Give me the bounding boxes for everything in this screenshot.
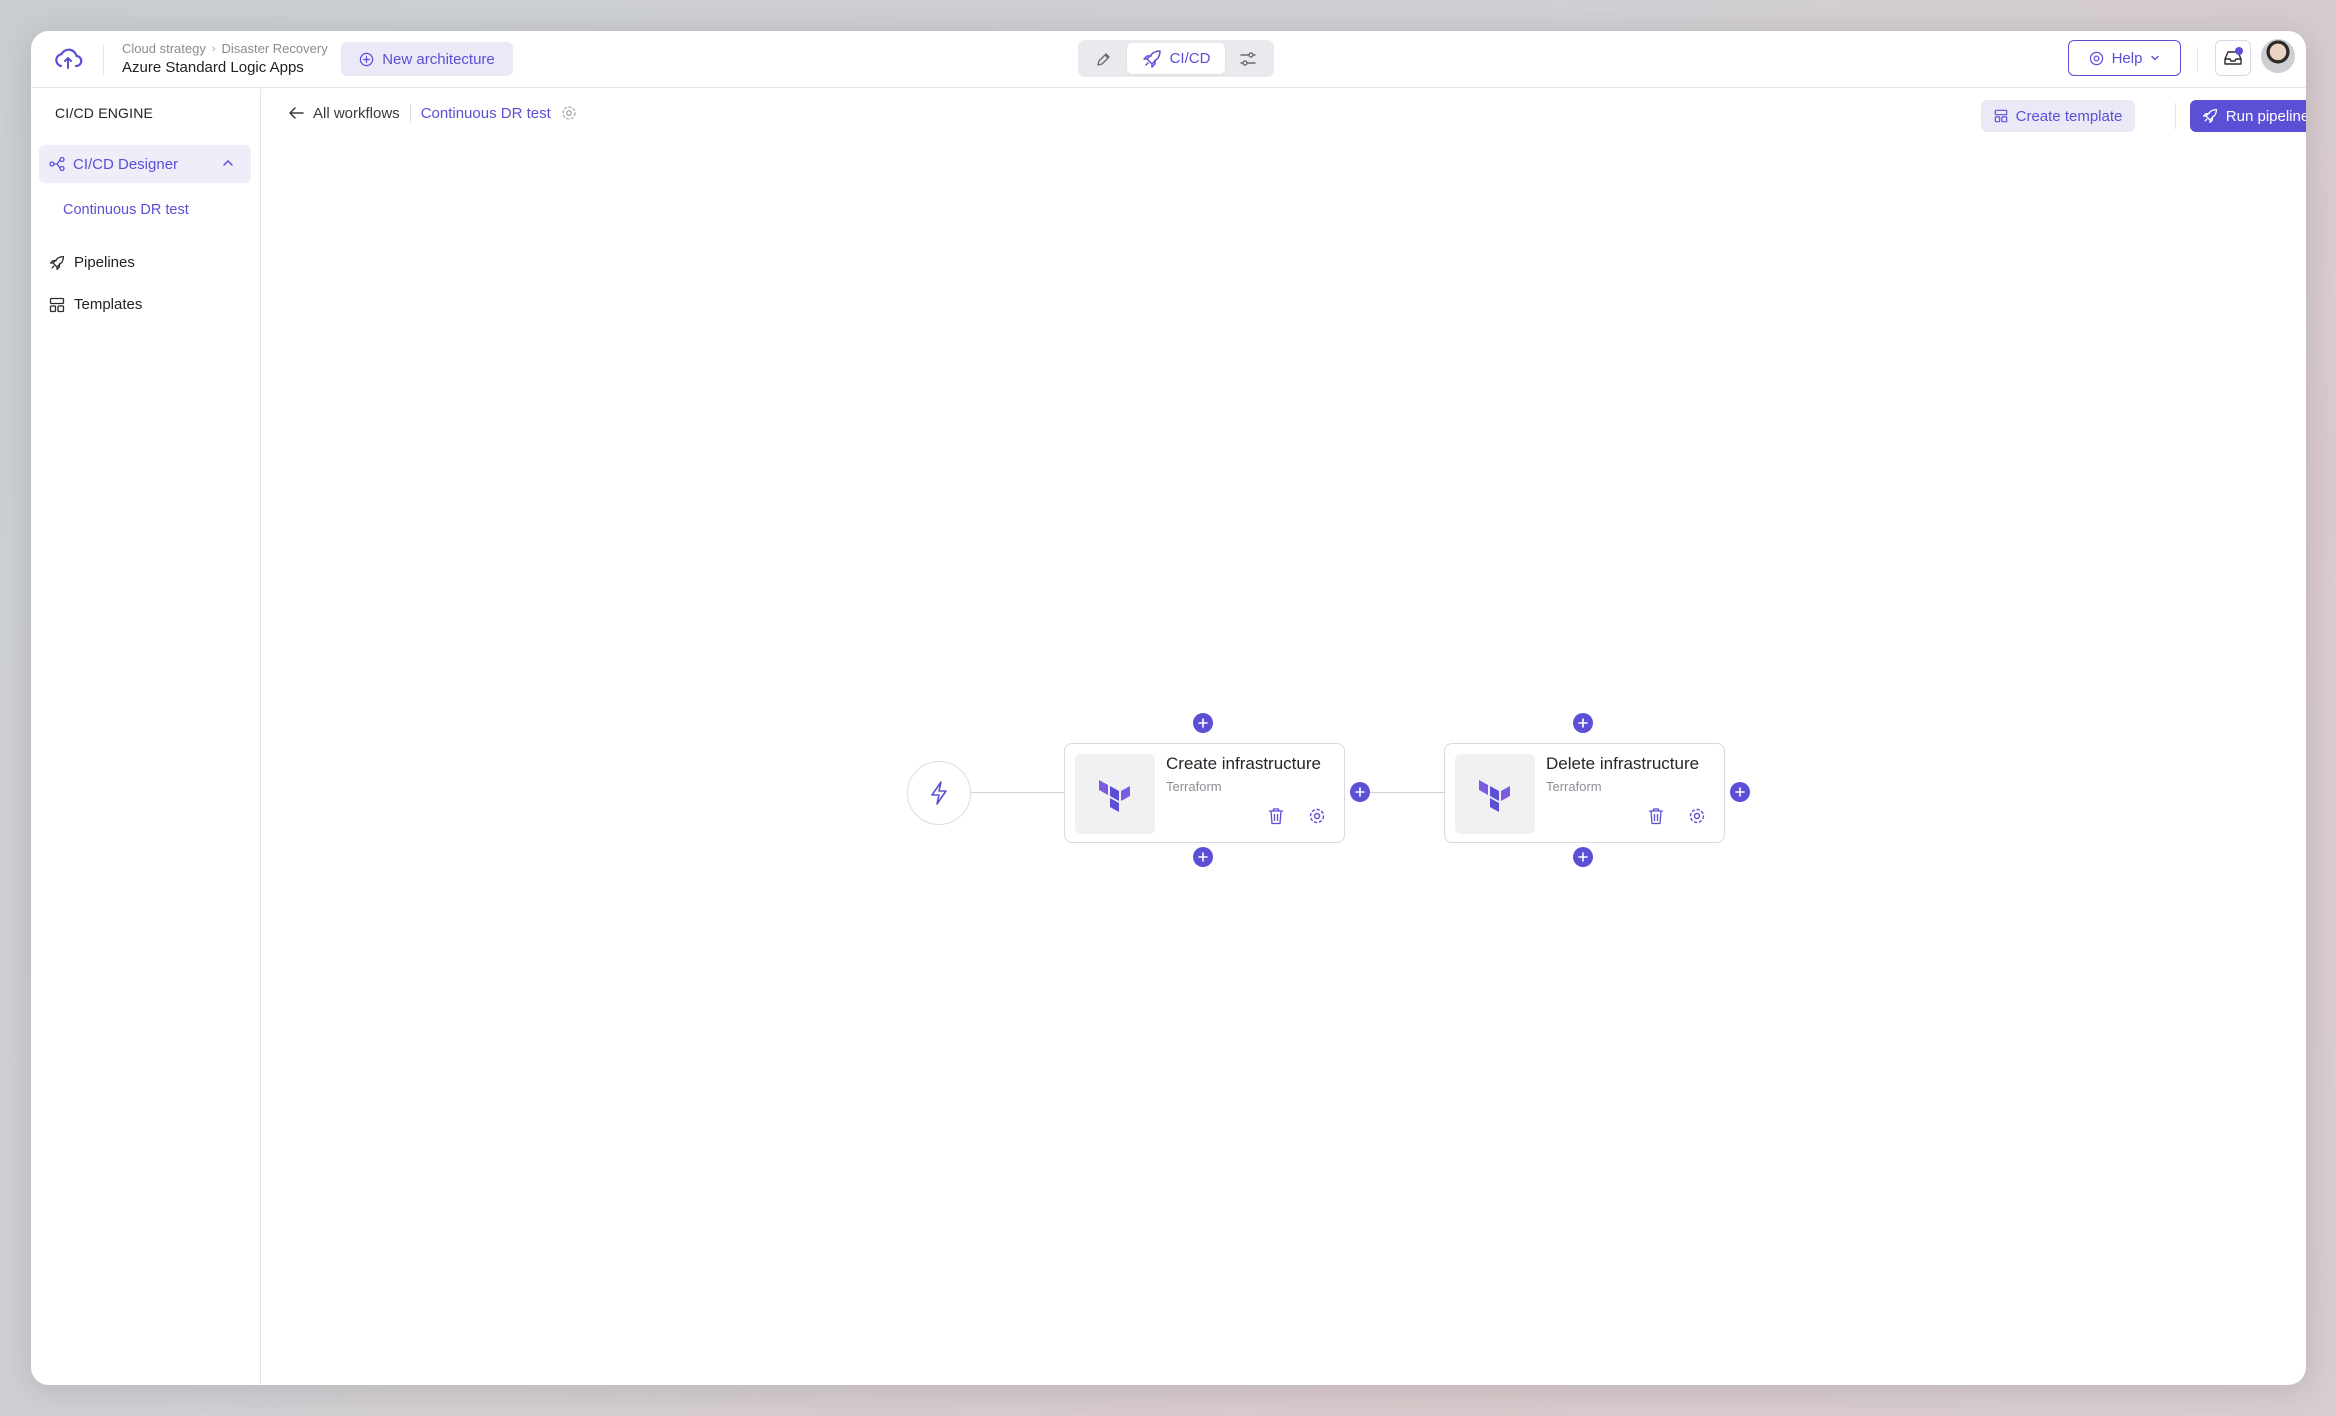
top-bar: Cloud strategy › Disaster Recovery Azure… bbox=[31, 31, 2306, 88]
plus-icon bbox=[1578, 852, 1588, 862]
plus-icon bbox=[1578, 718, 1588, 728]
sidebar: CI/CD ENGINE CI/CD Designer Continuous D… bbox=[31, 89, 261, 1385]
add-after-button[interactable] bbox=[1193, 847, 1213, 867]
mode-design-button[interactable] bbox=[1081, 43, 1127, 74]
mode-settings-button[interactable] bbox=[1225, 43, 1271, 74]
help-label: Help bbox=[2111, 49, 2143, 67]
sidebar-group-label: CI/CD Designer bbox=[73, 155, 179, 173]
mode-cicd-button[interactable]: CI/CD bbox=[1127, 43, 1225, 74]
run-pipeline-label: Run pipeline bbox=[2225, 107, 2306, 125]
trash-icon[interactable] bbox=[1268, 807, 1284, 825]
circle-plus-icon bbox=[360, 52, 374, 66]
divider bbox=[103, 45, 104, 75]
connector-line bbox=[971, 792, 1073, 793]
create-template-label: Create template bbox=[2015, 107, 2123, 125]
mode-switcher: CI/CD bbox=[1078, 40, 1274, 77]
help-button[interactable]: Help bbox=[2068, 40, 2181, 76]
sidebar-item-templates[interactable]: Templates bbox=[49, 296, 142, 313]
node-provider: Terraform bbox=[1166, 779, 1222, 794]
breadcrumb-item[interactable]: Disaster Recovery bbox=[222, 41, 328, 56]
template-icon bbox=[1994, 109, 2007, 123]
add-before-button[interactable] bbox=[1193, 713, 1213, 733]
run-pipeline-button[interactable]: Run pipeline bbox=[2190, 100, 2306, 132]
plus-icon bbox=[1735, 787, 1745, 797]
workflow-node-delete-infrastructure[interactable]: Delete infrastructure Terraform bbox=[1444, 743, 1725, 843]
add-step-between-button[interactable] bbox=[1350, 782, 1370, 802]
mode-cicd-label: CI/CD bbox=[1169, 50, 1211, 67]
current-workflow-title: Continuous DR test bbox=[420, 104, 551, 122]
connector-line bbox=[1370, 792, 1444, 793]
sidebar-item-label: Pipelines bbox=[74, 254, 135, 271]
lifebuoy-icon bbox=[2089, 51, 2103, 65]
chevron-up-icon[interactable] bbox=[221, 156, 235, 170]
back-label: All workflows bbox=[313, 104, 400, 122]
notification-dot bbox=[2235, 47, 2243, 55]
project-title[interactable]: Azure Standard Logic Apps bbox=[122, 59, 304, 76]
sidebar-item-pipelines[interactable]: Pipelines bbox=[49, 254, 135, 271]
gear-icon[interactable] bbox=[561, 105, 577, 121]
breadcrumb-item[interactable]: Cloud strategy bbox=[122, 41, 206, 56]
rocket-icon bbox=[49, 255, 65, 270]
plus-icon bbox=[1198, 852, 1208, 862]
breadcrumb: Cloud strategy › Disaster Recovery bbox=[122, 41, 328, 56]
terraform-icon bbox=[1455, 754, 1535, 834]
arrow-left-icon bbox=[289, 107, 304, 119]
create-template-button[interactable]: Create template bbox=[1981, 100, 2135, 132]
plus-icon bbox=[1355, 787, 1365, 797]
sidebar-item-cicd-designer[interactable]: CI/CD Designer bbox=[39, 145, 251, 183]
divider bbox=[409, 104, 411, 122]
plus-icon bbox=[1198, 718, 1208, 728]
cloud-logo-icon[interactable] bbox=[53, 45, 83, 75]
divider bbox=[2197, 47, 2198, 71]
node-title: Create infrastructure bbox=[1166, 754, 1321, 773]
chevron-down-icon bbox=[2151, 55, 2160, 61]
workflow-icon bbox=[49, 156, 65, 172]
rocket-icon bbox=[2202, 108, 2217, 124]
new-architecture-button[interactable]: New architecture bbox=[341, 42, 513, 76]
workflow-breadcrumb: All workflows Continuous DR test bbox=[288, 103, 577, 123]
workflow-node-create-infrastructure[interactable]: Create infrastructure Terraform bbox=[1064, 743, 1345, 843]
trash-icon[interactable] bbox=[1648, 807, 1664, 825]
lightning-icon bbox=[931, 781, 947, 805]
add-before-button[interactable] bbox=[1573, 713, 1593, 733]
sidebar-subitem-continuous-dr-test[interactable]: Continuous DR test bbox=[63, 202, 189, 218]
notifications-button[interactable] bbox=[2215, 40, 2251, 76]
new-architecture-label: New architecture bbox=[382, 50, 495, 68]
add-step-end-button[interactable] bbox=[1730, 782, 1750, 802]
add-after-button[interactable] bbox=[1573, 847, 1593, 867]
trigger-node[interactable] bbox=[907, 761, 971, 825]
terraform-icon bbox=[1075, 754, 1155, 834]
sidebar-item-label: Templates bbox=[74, 296, 143, 313]
node-title: Delete infrastructure bbox=[1546, 754, 1700, 773]
main-area: All workflows Continuous DR test Create … bbox=[262, 89, 2306, 1385]
rocket-icon bbox=[1142, 49, 1161, 68]
back-to-workflows-link[interactable]: All workflows bbox=[288, 105, 400, 122]
template-icon bbox=[49, 297, 65, 312]
divider bbox=[2175, 103, 2176, 129]
chevron-right-icon: › bbox=[211, 42, 216, 55]
gear-icon[interactable] bbox=[1308, 807, 1326, 825]
node-provider: Terraform bbox=[1546, 779, 1602, 794]
avatar[interactable] bbox=[2261, 39, 2295, 73]
app-window: Cloud strategy › Disaster Recovery Azure… bbox=[31, 31, 2306, 1385]
sidebar-title: CI/CD ENGINE bbox=[55, 105, 154, 121]
gear-icon[interactable] bbox=[1688, 807, 1706, 825]
pen-icon bbox=[1097, 52, 1110, 66]
sliders-icon bbox=[1240, 51, 1256, 66]
